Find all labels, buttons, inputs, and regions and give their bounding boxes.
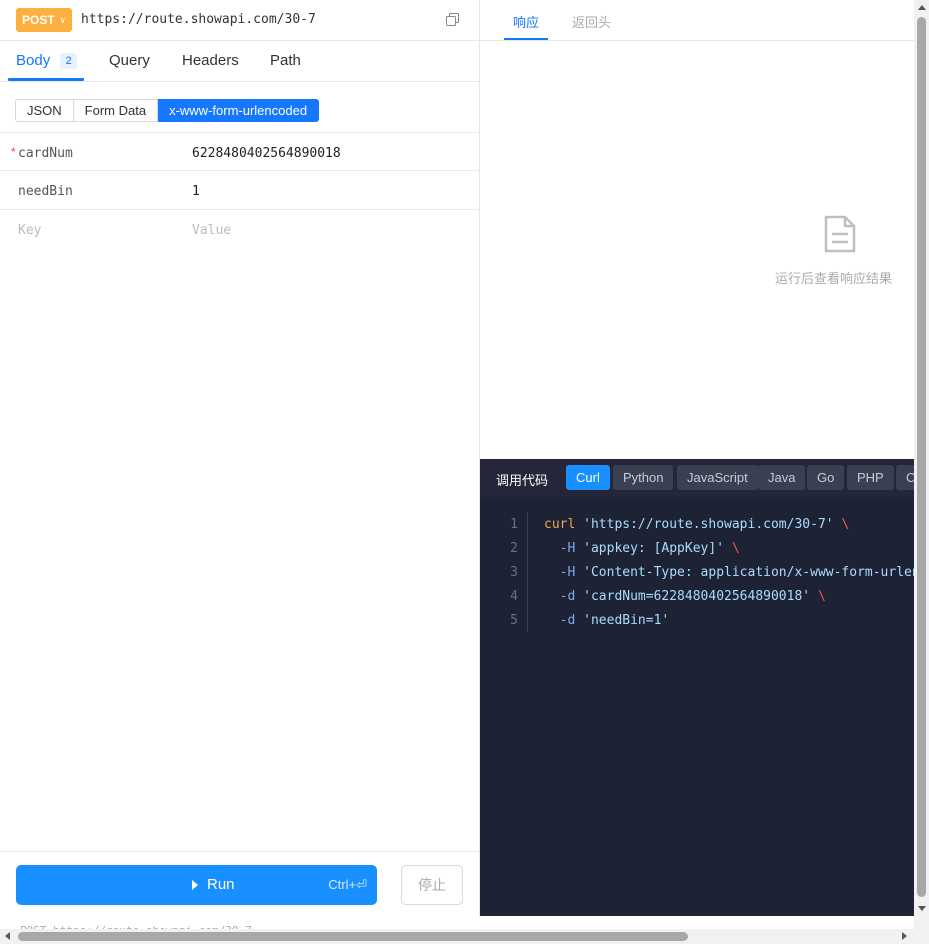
code-flag: -d [544,589,576,604]
code-command: curl [544,517,576,532]
request-tabs: Body 2 Query Headers Path [0,41,480,82]
active-tab-indicator [8,78,84,81]
stop-button[interactable]: 停止 [401,865,463,905]
code-panel-title: 调用代码 [496,473,549,488]
new-value-input[interactable]: Value [192,223,231,238]
horizontal-scrollbar[interactable] [0,929,929,944]
code-line: -d 'needBin=1' [544,609,914,633]
vertical-scrollbar[interactable] [914,0,929,930]
method-select[interactable]: POST ∨ [16,8,72,32]
line-number: 5 [510,613,518,628]
play-icon [192,880,198,890]
lang-tab-curl[interactable]: Curl [566,465,610,490]
run-label: Run [207,876,235,893]
code-flag: -d [544,613,576,628]
vertical-scroll-thumb[interactable] [917,17,926,897]
copy-icon[interactable] [446,13,459,26]
body-type-form-data[interactable]: Form Data [73,99,159,122]
code-panel: 调用代码 Curl Python JavaScript Java Go PHP … [480,459,914,916]
param-key[interactable]: needBin [18,184,73,199]
gutter-divider [527,512,528,632]
code-continuation: \ [724,541,740,556]
tab-response-headers[interactable]: 返回头 [572,12,611,31]
new-key-input[interactable]: Key [18,223,41,238]
body-type-json[interactable]: JSON [15,99,74,122]
tab-query[interactable]: Query [109,41,150,82]
scroll-right-icon[interactable] [902,932,907,940]
empty-state-text: 运行后查看响应结果 [775,271,893,286]
required-marker: * [11,145,16,159]
code-line: curl 'https://route.showapi.com/30-7' \ [544,513,914,537]
tab-path[interactable]: Path [270,41,301,82]
param-value[interactable]: 6228480402564890018 [192,146,341,161]
response-panel: 响应 返回头 运行后查看响应结果 调用代码 Curl Python JavaSc… [480,0,914,916]
param-key[interactable]: cardNum [18,146,73,161]
code-flag: -H [544,541,576,556]
code-body: curl 'https://route.showapi.com/30-7' \ … [544,513,914,633]
line-number: 2 [510,541,518,556]
line-number: 3 [510,565,518,580]
code-string: 'needBin=1' [583,613,670,628]
param-row: * cardNum 6228480402564890018 [0,132,480,171]
code-string: 'https://route.showapi.com/30-7' [583,517,834,532]
code-string: 'cardNum=6228480402564890018' [583,589,811,604]
code-line: -H 'appkey: [AppKey]' \ [544,537,914,561]
method-label: POST [22,13,55,27]
scroll-down-icon[interactable] [918,906,926,911]
param-row: needBin 1 [0,171,480,210]
code-continuation: \ [833,517,850,532]
lang-tab-javascript[interactable]: JavaScript [677,465,758,490]
tab-body-label: Body [16,52,51,69]
action-footer: Run Ctrl+⏎ 停止 [0,851,480,916]
body-type-selector: JSON Form Data x-www-form-urlencoded [15,99,320,122]
code-line: -d 'cardNum=6228480402564890018' \ [544,585,914,609]
line-number: 1 [510,517,518,532]
horizontal-scroll-thumb[interactable] [18,932,688,941]
run-button[interactable]: Run Ctrl+⏎ [16,865,377,905]
tab-body[interactable]: Body 2 [16,41,78,82]
url-input[interactable]: https://route.showapi.com/30-7 [81,12,316,27]
lang-tab-python[interactable]: Python [613,465,674,490]
run-shortcut: Ctrl+⏎ [328,877,367,892]
code-string: 'Content-Type: application/x-www-form-ur… [583,565,914,580]
chevron-down-icon: ∨ [59,15,66,25]
line-number: 4 [510,589,518,604]
lang-tab-go[interactable]: Go [807,465,845,490]
scroll-up-icon[interactable] [918,5,926,10]
lang-tab-c[interactable]: C [896,465,914,490]
code-language-tabs: 调用代码 Curl Python JavaScript Java Go PHP … [480,459,914,499]
tab-response[interactable]: 响应 [513,12,539,31]
lang-tab-php[interactable]: PHP [847,465,894,490]
line-number-gutter: 1 2 3 4 5 [480,513,527,633]
new-param-row: Key Value [0,210,480,249]
url-bar: POST ∨ https://route.showapi.com/30-7 [0,0,480,41]
code-line: -H 'Content-Type: application/x-www-form… [544,561,914,585]
code-flag: -H [544,565,576,580]
request-panel: POST ∨ https://route.showapi.com/30-7 Bo… [0,0,480,916]
active-tab-indicator [504,38,548,40]
tab-headers[interactable]: Headers [182,41,239,82]
param-value[interactable]: 1 [192,184,200,199]
code-continuation: \ [810,589,826,604]
document-icon [824,215,856,253]
lang-tab-java[interactable]: Java [758,465,806,490]
body-count-badge: 2 [60,53,78,69]
body-type-urlencoded[interactable]: x-www-form-urlencoded [158,99,320,122]
response-tabs: 响应 返回头 [480,0,914,41]
code-string: 'appkey: [AppKey]' [583,541,725,556]
scroll-left-icon[interactable] [5,932,10,940]
